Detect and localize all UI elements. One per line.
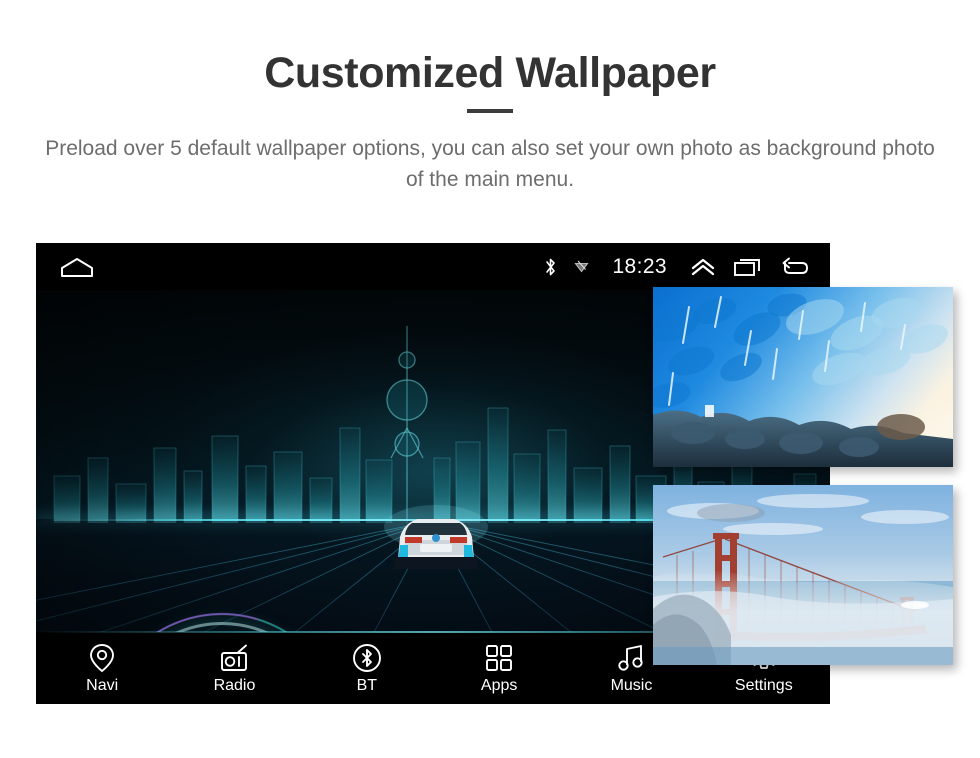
grid-apps-icon <box>484 643 514 673</box>
dock-item-apps[interactable]: Apps <box>433 632 565 704</box>
ice-cave-wallpaper[interactable] <box>653 287 953 467</box>
status-bar: 18:23 <box>36 243 830 290</box>
dock-item-bt[interactable]: BT <box>301 632 433 704</box>
recents-icon[interactable] <box>733 257 763 277</box>
dock-label: Apps <box>480 676 518 694</box>
back-arrow-icon[interactable] <box>780 257 810 277</box>
music-note-icon <box>616 643 646 673</box>
radio-icon <box>219 643 249 673</box>
golden-gate-wallpaper[interactable] <box>653 485 953 665</box>
chevron-up-icon[interactable] <box>690 257 716 277</box>
car-graphic <box>384 505 488 569</box>
dock-label: Navi <box>86 676 119 694</box>
dock-label: BT <box>356 676 378 694</box>
signal-off-icon <box>574 260 590 274</box>
bluetooth-icon <box>544 257 557 277</box>
dock-label: Music <box>610 676 653 694</box>
page-root: Customized Wallpaper Preload over 5 defa… <box>0 0 980 758</box>
bluetooth-icon <box>352 643 382 673</box>
dock-item-navi[interactable]: Navi <box>36 632 168 704</box>
page-subtitle: Preload over 5 default wallpaper options… <box>45 137 935 192</box>
dock-label: Settings <box>734 676 793 694</box>
dock-item-radio[interactable]: Radio <box>168 632 300 704</box>
status-bar-time: 18:23 <box>612 254 667 278</box>
dock-label: Radio <box>213 676 256 694</box>
home-icon[interactable] <box>60 256 94 278</box>
title-divider <box>467 109 513 113</box>
page-title: Customized Wallpaper <box>264 49 716 97</box>
location-pin-icon <box>89 643 115 673</box>
